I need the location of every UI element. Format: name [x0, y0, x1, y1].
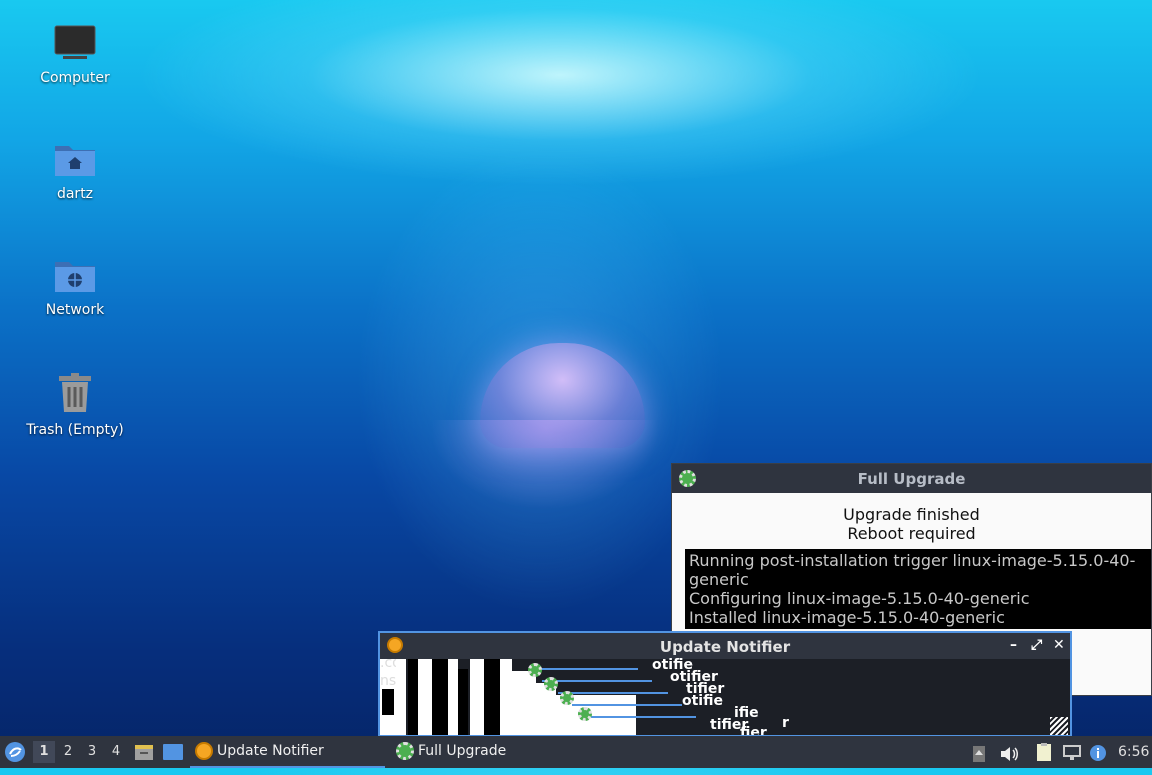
update-notifier-icon	[195, 742, 213, 760]
home-folder-icon	[20, 140, 130, 182]
desktop-icon-label: Network	[45, 302, 105, 318]
gear-icon	[578, 707, 592, 721]
clipboard-icon	[1037, 743, 1051, 761]
wallpaper-jellyfish-tentacles	[430, 420, 660, 510]
task-full-upgrade[interactable]: Full Upgrade	[392, 736, 582, 766]
desktop-icon-label: Computer	[40, 70, 110, 86]
lubuntu-logo-icon	[5, 742, 25, 762]
log-line: Configuring linux-image-5.15.0-40-generi…	[689, 589, 1030, 608]
task-label: Full Upgrade	[418, 743, 507, 759]
network-folder-icon	[20, 256, 130, 298]
log-line: Running post-installation trigger linux-…	[689, 551, 1136, 570]
full-upgrade-titlebar[interactable]: Full Upgrade	[672, 464, 1151, 493]
update-tray-button[interactable]	[1089, 742, 1107, 762]
task-update-notifier[interactable]: Update Notifier	[190, 736, 385, 768]
glitch-text: r	[782, 715, 789, 731]
file-manager-icon	[135, 745, 153, 760]
desktop-icon-computer[interactable]: Computer	[20, 24, 130, 86]
glitch-text: otifie	[682, 693, 723, 709]
desktop-icon-network[interactable]: Network	[20, 256, 130, 318]
log-line: generic	[689, 570, 749, 589]
window-title: Update Notifier	[659, 638, 791, 656]
minimize-button[interactable]: –	[1010, 637, 1017, 653]
gear-icon	[396, 742, 414, 760]
tray-arrow-icon	[973, 746, 985, 762]
trash-icon	[20, 372, 130, 418]
desktop-icon-trash[interactable]: Trash (Empty)	[20, 372, 130, 438]
status-line: Upgrade finished	[843, 505, 980, 524]
window-title: Full Upgrade	[857, 470, 966, 488]
status-line: Reboot required	[847, 524, 976, 543]
clock[interactable]: 6:56	[1118, 736, 1149, 768]
glitched-content: .co ns otifie otifier tifier otifie ifie…	[380, 655, 1070, 735]
desktop-icon	[163, 744, 183, 760]
close-button[interactable]: ✕	[1053, 637, 1065, 653]
desktop-icon-label: dartz	[56, 186, 94, 202]
workspace-2[interactable]: 2	[57, 741, 79, 763]
network-icon	[1063, 745, 1081, 760]
upgrade-log[interactable]: Running post-installation trigger linux-…	[685, 549, 1151, 629]
desktop-icon-home[interactable]: dartz	[20, 140, 130, 202]
computer-icon	[20, 24, 130, 66]
gear-icon	[544, 677, 558, 691]
desktop-icon-label: Trash (Empty)	[26, 422, 124, 438]
volume-button[interactable]	[999, 743, 1019, 761]
file-manager-launcher[interactable]	[134, 742, 154, 762]
gear-icon	[560, 691, 574, 705]
upgrade-status: Upgrade finished Reboot required	[672, 505, 1151, 543]
workspace-1[interactable]: 1	[33, 741, 55, 763]
glitch-text: ns	[380, 673, 397, 689]
network-button[interactable]	[1062, 742, 1082, 762]
task-label: Update Notifier	[217, 743, 324, 759]
workspace-3[interactable]: 3	[81, 741, 103, 763]
speaker-icon	[1001, 747, 1018, 761]
info-icon	[1090, 745, 1106, 761]
tray-expand-button[interactable]	[972, 743, 986, 762]
maximize-button[interactable]: ⤢	[1031, 637, 1042, 653]
workspace-4[interactable]: 4	[105, 741, 127, 763]
clipboard-button[interactable]	[1034, 742, 1054, 762]
log-line: Installed linux-image-5.15.0-40-generic	[689, 608, 1005, 627]
resize-grip[interactable]	[1050, 717, 1068, 735]
taskbar: 1 2 3 4 Update Notifier Full Upgrade 6:5…	[0, 736, 1152, 768]
update-notifier-window[interactable]: Update Notifier – ⤢ ✕ .co ns otifie otif…	[378, 631, 1072, 737]
gear-icon	[528, 663, 542, 677]
show-desktop-button[interactable]	[162, 742, 184, 762]
update-notifier-titlebar[interactable]: Update Notifier – ⤢ ✕	[380, 633, 1070, 659]
start-menu-button[interactable]	[4, 741, 26, 763]
